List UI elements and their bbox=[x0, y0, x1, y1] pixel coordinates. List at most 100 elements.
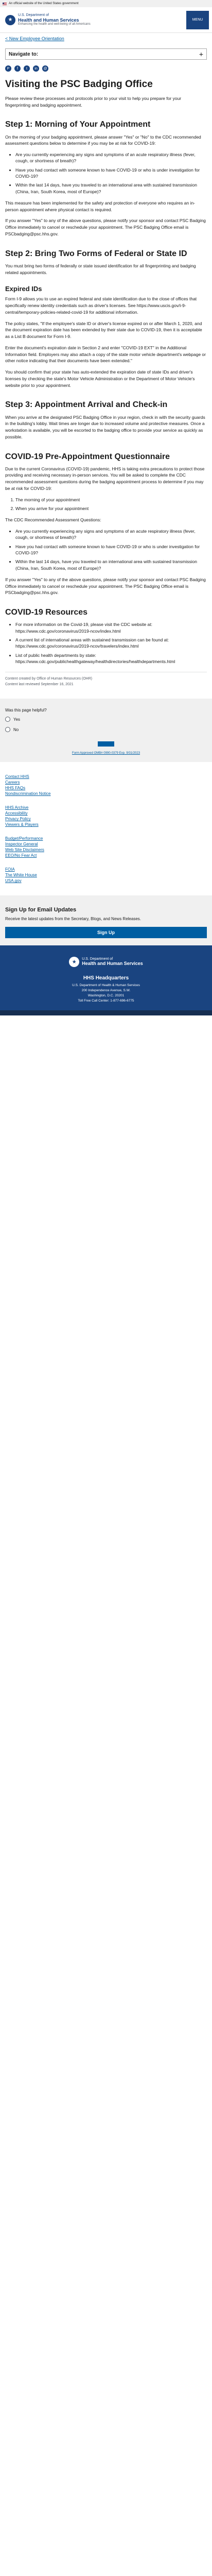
signup-heading: Sign Up for Email Updates bbox=[5, 907, 77, 913]
footer-link[interactable]: Accessibility bbox=[5, 811, 207, 816]
omb-note[interactable]: Form Approved OMB# 0990-0379 Exp. 9/31/2… bbox=[5, 752, 207, 755]
hq-address: U.S. Department of Health & Human Servic… bbox=[72, 984, 140, 1003]
step1-heading: Step 1: Morning of Your Appointment bbox=[5, 120, 151, 129]
feedback-no-radio[interactable]: No bbox=[5, 727, 207, 733]
resources-heading: COVID-19 Resources bbox=[5, 608, 88, 617]
list-item: Are you currently experiencing any signs… bbox=[15, 151, 207, 164]
footer-link[interactable]: EEO/No Fear Act bbox=[5, 853, 207, 858]
signup-text: Receive the latest updates from the Secr… bbox=[5, 917, 141, 922]
list-item[interactable]: List of public health departments by sta… bbox=[15, 652, 207, 665]
footer-link[interactable]: Inspector General bbox=[5, 842, 207, 846]
breadcrumb: < New Employee Orientation bbox=[0, 33, 212, 44]
footer-logo[interactable]: ★ U.S. Department of Health and Human Se… bbox=[5, 957, 207, 968]
covid-times-list: The morning of your appointment When you… bbox=[15, 497, 207, 512]
footer-link[interactable]: Privacy Policy bbox=[5, 817, 207, 821]
confirm-text: You should confirm that your state has a… bbox=[5, 369, 195, 388]
step3-text: When you arrive at the designated PSC Ba… bbox=[5, 414, 205, 439]
dept-line1: U.S. Department of bbox=[18, 13, 49, 17]
cdc-questions-label: The CDC Recommended Assessment Questions… bbox=[5, 517, 101, 523]
step3-heading: Step 3: Appointment Arrival and Check-in bbox=[5, 400, 168, 410]
signup-button[interactable]: Sign Up bbox=[5, 927, 207, 939]
footer-link[interactable]: Viewers & Players bbox=[5, 822, 207, 827]
page-title: Visiting the PSC Badging Office bbox=[5, 79, 153, 90]
step1-question-list: Are you currently experiencing any signs… bbox=[15, 151, 207, 195]
gov-banner-text: An official website of the United States… bbox=[9, 2, 79, 5]
radio-circle[interactable] bbox=[5, 727, 10, 733]
expired-ids-heading: Expired IDs bbox=[5, 285, 42, 293]
policy-text: The policy states, "If the employee's st… bbox=[5, 320, 202, 340]
print-icon[interactable]: P bbox=[5, 65, 11, 72]
list-item: When you arrive for your appointment bbox=[15, 505, 207, 512]
footer-group: FOIA The White House USA.gov bbox=[5, 867, 207, 883]
menu-button[interactable]: MENU bbox=[186, 10, 209, 29]
list-item: Within the last 14 days, have you travel… bbox=[15, 558, 207, 571]
footer-link[interactable]: Nondiscrimination Notice bbox=[5, 791, 207, 796]
footer-link[interactable]: FOIA bbox=[5, 867, 207, 872]
list-item: Have you had contact with someone known … bbox=[15, 544, 207, 556]
hhs-footer: ★ U.S. Department of Health and Human Se… bbox=[0, 945, 212, 1011]
expiration-text: Enter the document's expiration date in … bbox=[5, 345, 206, 364]
intro-text: Please review these processes and protoc… bbox=[5, 95, 182, 108]
covid-question-list: Are you currently experiencing any signs… bbox=[15, 528, 207, 571]
resources-list: For more information on the Covid-19, pl… bbox=[15, 621, 207, 665]
footer-link[interactable]: Web Site Disclaimers bbox=[5, 848, 207, 852]
radio-label: Yes bbox=[13, 717, 21, 722]
hhs-eagle-icon: ★ bbox=[5, 14, 15, 25]
linkedin-icon[interactable]: in bbox=[33, 65, 39, 72]
email-icon[interactable]: @ bbox=[42, 65, 48, 72]
list-item: Within the last 14 days, have you travel… bbox=[15, 182, 207, 195]
footer-group: Budget/Performance Inspector General Web… bbox=[5, 836, 207, 858]
footer-link[interactable]: Contact HHS bbox=[5, 774, 207, 779]
footer-link[interactable]: Budget/Performance bbox=[5, 836, 207, 841]
tagline: Enhancing the health and well-being of a… bbox=[18, 23, 91, 26]
footer-link[interactable]: The White House bbox=[5, 873, 207, 877]
bottom-bar bbox=[0, 1010, 212, 1016]
gov-banner: An official website of the United States… bbox=[0, 0, 212, 7]
hq-heading: HHS Headquarters bbox=[83, 975, 129, 981]
step1-text: On the morning of your badging appointme… bbox=[5, 134, 201, 146]
dept-line2: Health and Human Services bbox=[18, 17, 79, 23]
footer-group: Contact HHS Careers HHS FAQs Nondiscrimi… bbox=[5, 774, 207, 796]
step2-heading: Step 2: Bring Two Forms of Federal or St… bbox=[5, 249, 187, 258]
expired-ids-text: Form I-9 allows you to use an expired fe… bbox=[5, 296, 197, 315]
covid-notify-text: If you answer "Yes" to any of the above … bbox=[5, 577, 206, 596]
us-flag-icon bbox=[3, 2, 7, 5]
feedback-yes-radio[interactable]: Yes bbox=[5, 717, 207, 722]
radio-label: No bbox=[13, 727, 19, 732]
hhs-logo[interactable]: ★ U.S. Department of Health and Human Se… bbox=[5, 13, 91, 26]
email-signup: Sign Up for Email Updates Receive the la… bbox=[0, 895, 212, 946]
list-item: Have you had contact with someone known … bbox=[15, 167, 207, 180]
facebook-icon[interactable]: f bbox=[14, 65, 21, 72]
omb-link[interactable]: Form Approved OMB# 0990-0379 Exp. 9/31/2… bbox=[72, 752, 140, 755]
footer-link[interactable]: Careers bbox=[5, 780, 207, 785]
list-item[interactable]: A current list of international areas wi… bbox=[15, 637, 207, 650]
main-content: Visiting the PSC Badging Office Please r… bbox=[0, 79, 212, 687]
feedback-section: Was this page helpful? Yes No Form Appro… bbox=[0, 699, 212, 762]
hhs-eagle-icon: ★ bbox=[69, 957, 80, 968]
share-toolbar: P f t in @ bbox=[0, 62, 212, 79]
footer-links: Contact HHS Careers HHS FAQs Nondiscrimi… bbox=[0, 762, 212, 895]
expand-plus-icon: + bbox=[199, 50, 203, 58]
list-item: The morning of your appointment bbox=[15, 497, 207, 503]
list-item[interactable]: For more information on the Covid-19, pl… bbox=[15, 621, 207, 634]
list-item: Are you currently experiencing any signs… bbox=[15, 528, 207, 541]
back-to-orientation-link[interactable]: < New Employee Orientation bbox=[5, 36, 64, 41]
covid-text: Due to the current Coronavirus (COVID-19… bbox=[5, 466, 205, 491]
step1-notify-text: If you answer "Yes" to any of the above … bbox=[5, 218, 206, 236]
step2-text: You must bring two forms of federally or… bbox=[5, 263, 196, 275]
twitter-icon[interactable]: t bbox=[24, 65, 30, 72]
radio-circle[interactable] bbox=[5, 717, 10, 722]
footer-link[interactable]: USA.gov bbox=[5, 878, 207, 883]
footer-link[interactable]: HHS FAQs bbox=[5, 786, 207, 790]
navigate-to-label: Navigate to: bbox=[9, 51, 39, 57]
content-created-note: Content created by Office of Human Resou… bbox=[5, 672, 207, 687]
site-header: ★ U.S. Department of Health and Human Se… bbox=[0, 7, 212, 33]
feedback-question: Was this page helpful? bbox=[5, 708, 47, 713]
step1-safety-text: This measure has been implemented for th… bbox=[5, 200, 196, 212]
footer-link[interactable]: HHS Archive bbox=[5, 805, 207, 810]
feedback-submit-button[interactable] bbox=[98, 741, 114, 747]
footer-group: HHS Archive Accessibility Privacy Policy… bbox=[5, 805, 207, 827]
covid-heading: COVID-19 Pre-Appointment Questionnaire bbox=[5, 452, 170, 461]
footer-dept-line2: Health and Human Services bbox=[82, 961, 143, 967]
navigate-to-dropdown[interactable]: Navigate to: + bbox=[5, 48, 207, 60]
